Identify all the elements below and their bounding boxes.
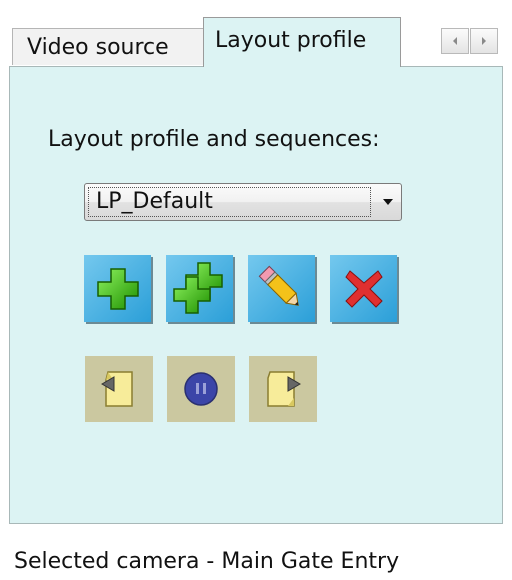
page-back-icon [101, 371, 133, 407]
red-x-icon [344, 269, 383, 308]
tab-layout-profile[interactable]: Layout profile [203, 17, 401, 67]
green-plus-icon [96, 267, 139, 310]
pencil-icon [258, 265, 299, 306]
delete-profile-button[interactable] [330, 255, 397, 322]
panel-heading: Layout profile and sequences: [48, 127, 380, 152]
tab-scroll-left-button[interactable] [441, 28, 469, 54]
tab-video-source[interactable]: Video source [12, 28, 205, 65]
selected-camera-status: Selected camera - Main Gate Entry [14, 549, 400, 574]
pause-circle-icon [184, 372, 218, 406]
layout-profile-select[interactable]: LP_Default [84, 183, 402, 221]
tab-video-source-label: Video source [27, 35, 169, 60]
double-green-plus-icon [172, 261, 223, 314]
arrow-right-icon [482, 37, 486, 45]
tab-layout-profile-label: Layout profile [215, 28, 367, 53]
tab-scroll-right-button[interactable] [470, 28, 498, 54]
add-profile-button[interactable] [84, 255, 151, 322]
tab-scroll-arrows [441, 28, 499, 55]
next-sequence-button[interactable] [249, 356, 317, 422]
arrow-left-icon [453, 37, 457, 45]
add-multiple-button[interactable] [166, 255, 233, 322]
edit-profile-button[interactable] [248, 255, 315, 322]
layout-window: Video source Layout profile Layout profi… [0, 0, 512, 580]
previous-sequence-button[interactable] [85, 356, 153, 422]
chevron-down-icon [383, 199, 393, 205]
layout-profile-select-value: LP_Default [96, 189, 213, 214]
layout-profile-panel: Layout profile and sequences: LP_Default [9, 66, 503, 524]
page-forward-icon [267, 371, 301, 407]
pause-sequence-button[interactable] [167, 356, 235, 422]
